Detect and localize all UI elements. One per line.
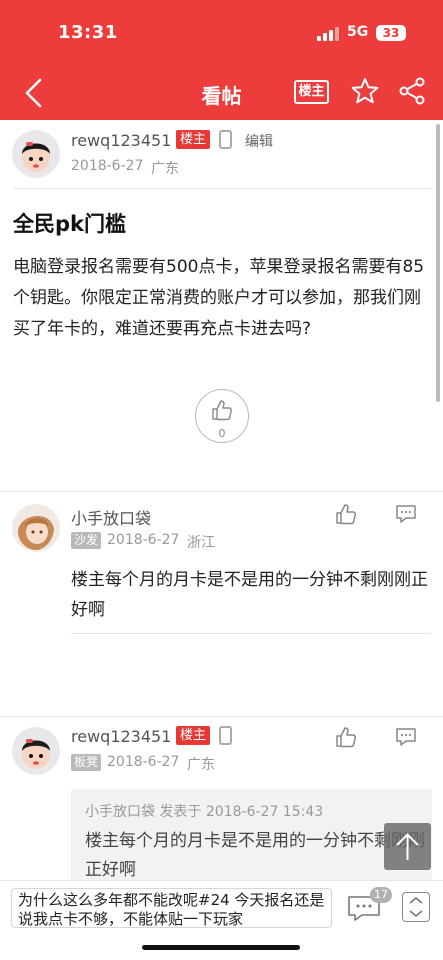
status-time: 13:31 <box>58 22 118 43</box>
post-body: 电脑登录报名需要有500点卡，苹果登录报名需要有85个钥匙。你限定正常消费的账户… <box>13 257 425 339</box>
battery-icon: 33 <box>376 25 406 41</box>
reply-date: 2018-6-27 <box>107 754 180 770</box>
avatar[interactable] <box>12 727 60 775</box>
avatar[interactable] <box>12 504 60 552</box>
divider <box>0 716 443 717</box>
floor-badge: 板凳 <box>71 754 102 771</box>
avatar[interactable] <box>12 130 60 178</box>
comment-icon[interactable] <box>394 502 418 526</box>
reply-author[interactable]: 小手放口袋 <box>71 505 151 529</box>
share-icon[interactable] <box>398 77 426 105</box>
reply-text: 楼主每个月的月卡是不是用的一分钟不剩刚刚正好啊 <box>71 570 428 620</box>
reply-input[interactable]: 为什么这么多年都不能改呢#24 今天报名还是说我点卡不够，不能体贴一下玩家 <box>11 888 332 928</box>
owner-badge: 楼主 <box>176 130 211 149</box>
quoted-reply: 小手放口袋 发表于 2018-6-27 15:43 楼主每个月的月卡是不是用的一… <box>71 789 432 880</box>
divider <box>13 188 431 189</box>
status-bar: 13:31 5G 33 <box>0 0 443 66</box>
reply-location: 浙江 <box>187 535 215 551</box>
phone-icon <box>219 130 232 149</box>
scrollbar[interactable] <box>436 124 440 402</box>
edit-link[interactable]: 编辑 <box>245 131 273 151</box>
app-header: 13:31 5G 33 看帖 楼主 <box>0 0 443 120</box>
post-location: 广东 <box>151 161 179 177</box>
home-indicator <box>142 945 300 950</box>
divider <box>0 491 443 492</box>
reply-location: 广东 <box>187 757 215 773</box>
post-date: 2018-6-27 <box>71 158 144 174</box>
phone-icon <box>219 726 232 745</box>
reply-date: 2018-6-27 <box>107 532 180 548</box>
like-count: 0 <box>218 427 226 440</box>
thumbs-up-icon[interactable] <box>334 502 358 526</box>
nav-bar: 看帖 楼主 <box>0 66 443 120</box>
thumbs-up-icon <box>212 400 232 421</box>
jump-button[interactable] <box>402 892 430 922</box>
arrow-up-icon <box>396 833 419 860</box>
post-title: 全民pk门槛 <box>13 212 126 236</box>
quote-text: 楼主每个月的月卡是不是用的一分钟不剩刚刚正好啊 <box>85 831 425 880</box>
divider <box>71 633 431 634</box>
jump-icon <box>409 896 423 918</box>
floor-badge: 沙发 <box>71 532 102 549</box>
post-author[interactable]: rewq123451 <box>71 131 171 150</box>
reply-author[interactable]: rewq123451 <box>71 727 171 746</box>
owner-only-button[interactable]: 楼主 <box>294 80 329 104</box>
signal-icon <box>317 27 339 41</box>
thumbs-up-icon[interactable] <box>334 725 358 749</box>
scroll-top-button[interactable] <box>384 823 431 870</box>
thread-content[interactable]: rewq123451 楼主 编辑 2018-6-27 广东 全民pk门槛 电脑登… <box>0 120 443 880</box>
comment-count: 17 <box>370 887 392 903</box>
owner-badge: 楼主 <box>176 726 211 745</box>
star-icon[interactable] <box>351 77 379 105</box>
comment-icon[interactable] <box>394 725 418 749</box>
quote-header: 小手放口袋 发表于 2018-6-27 15:43 <box>85 804 324 820</box>
bottom-bar: 为什么这么多年都不能改呢#24 今天报名还是说我点卡不够，不能体贴一下玩家 17 <box>0 880 443 960</box>
network-type: 5G <box>347 24 369 40</box>
like-button[interactable]: 0 <box>195 389 249 443</box>
